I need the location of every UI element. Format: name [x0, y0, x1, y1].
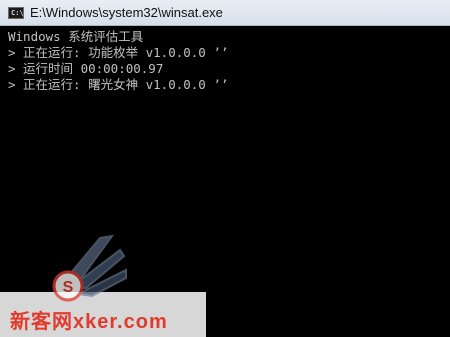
watermark: S 新客网xker.com: [0, 210, 220, 337]
console-line: Windows 系统评估工具: [8, 29, 144, 44]
console-app-icon[interactable]: C:\: [8, 7, 24, 19]
console-line: > 正在运行: 功能枚举 v1.0.0.0 ’’: [8, 45, 229, 60]
svg-text:S: S: [63, 279, 74, 296]
app-icon-label: C:\: [11, 9, 24, 17]
title-bar[interactable]: C:\ E:\Windows\system32\winsat.exe: [0, 0, 450, 26]
watermark-logo-icon: S: [52, 234, 127, 302]
console-line: > 运行时间 00:00:00.97: [8, 61, 164, 76]
window-title: E:\Windows\system32\winsat.exe: [30, 5, 223, 20]
watermark-text: 新客网xker.com: [10, 311, 168, 333]
console-line: > 正在运行: 曙光女神 v1.0.0.0 ’’: [8, 77, 229, 92]
